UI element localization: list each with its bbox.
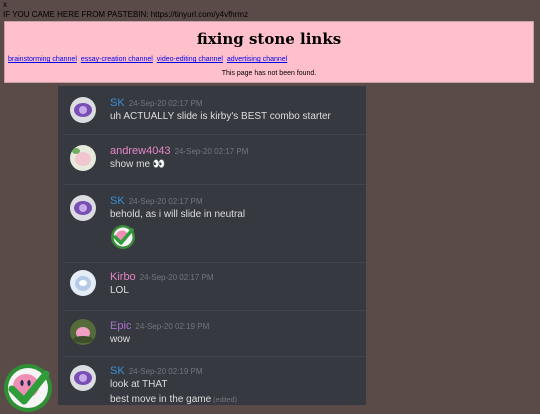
chat-message: Kirbo 24-Sep-20 02:17 PM LOL <box>58 262 366 312</box>
avatar-sk[interactable] <box>70 365 96 391</box>
message-divider <box>64 184 366 185</box>
chat-log: SK 24-Sep-20 02:17 PM uh ACTUALLY slide i… <box>58 86 366 405</box>
not-found-message: This page has not been found. <box>221 70 317 77</box>
username[interactable]: Epic <box>110 320 131 332</box>
message-text: show me 👀 <box>110 159 165 170</box>
message-text: wow <box>110 334 131 345</box>
message-text: uh ACTUALLY slide is kirby's BEST combo … <box>110 111 331 122</box>
message-text: behold, as i will slide in neutral <box>110 209 246 220</box>
page-title: fixing stone links <box>196 30 342 48</box>
link-essay-creation-channel[interactable]: essay-creation channel <box>81 56 153 63</box>
link-brainstorming-channel[interactable]: brainstorming channel <box>8 56 77 63</box>
link-advertising-channel[interactable]: advertising channel <box>227 56 287 63</box>
timestamp: 24-Sep-20 02:17 PM <box>128 99 203 108</box>
timestamp: 24-Sep-20 02:19 PM <box>135 322 210 331</box>
message-text: look at THAT <box>110 379 168 390</box>
timestamp: 24-Sep-20 02:17 PM <box>128 197 203 206</box>
avatar-kirbo[interactable] <box>70 270 96 296</box>
message-header: SK 24-Sep-20 02:19 PM <box>110 365 203 377</box>
message-divider <box>64 262 366 263</box>
channel-links: brainstorming channel essay-creation cha… <box>8 56 289 63</box>
timestamp: 24-Sep-20 02:19 PM <box>128 367 203 376</box>
header-banner: fixing stone links brainstorming channel… <box>4 21 534 83</box>
username[interactable]: SK <box>110 195 125 207</box>
username[interactable]: andrew4043 <box>110 145 171 157</box>
message-divider <box>64 134 366 135</box>
avatar-sk[interactable] <box>70 195 96 221</box>
pastebin-notice: IF YOU CAME HERE FROM PASTEBIN: https://… <box>3 10 249 19</box>
kirby-check-icon <box>4 364 52 412</box>
chat-message: SK 24-Sep-20 02:19 PM look at THAT best m… <box>58 356 366 405</box>
message-text-body: show me <box>110 159 151 170</box>
message-header: SK 24-Sep-20 02:17 PM <box>110 195 203 207</box>
message-text: best move in the game (edited) <box>110 394 237 405</box>
message-divider <box>64 310 366 311</box>
username[interactable]: Kirbo <box>110 271 136 283</box>
close-icon[interactable]: x <box>3 0 7 9</box>
timestamp: 24-Sep-20 02:17 PM <box>139 273 214 282</box>
avatar-andrew4043[interactable] <box>70 145 96 171</box>
kirby-check-emoji <box>111 225 135 249</box>
message-header: Kirbo 24-Sep-20 02:17 PM <box>110 271 214 283</box>
message-text: LOL <box>110 285 129 296</box>
edited-tag: (edited) <box>213 397 237 404</box>
message-divider <box>64 356 366 357</box>
chat-message: SK 24-Sep-20 02:17 PM behold, as i will s… <box>58 184 366 260</box>
chat-message: Epic 24-Sep-20 02:19 PM wow <box>58 310 366 360</box>
username[interactable]: SK <box>110 97 125 109</box>
message-header: andrew4043 24-Sep-20 02:17 PM <box>110 145 248 157</box>
username[interactable]: SK <box>110 365 125 377</box>
eyes-emoji: 👀 <box>152 159 166 170</box>
avatar-epic[interactable] <box>70 319 96 345</box>
message-text-body: best move in the game <box>110 394 212 405</box>
chat-message: andrew4043 24-Sep-20 02:17 PM show me 👀 <box>58 134 366 178</box>
link-video-editing-channel[interactable]: video-editing channel <box>157 56 223 63</box>
message-header: SK 24-Sep-20 02:17 PM <box>110 97 203 109</box>
avatar-sk[interactable] <box>70 97 96 123</box>
message-header: Epic 24-Sep-20 02:19 PM <box>110 320 209 332</box>
timestamp: 24-Sep-20 02:17 PM <box>174 147 249 156</box>
chat-message: SK 24-Sep-20 02:17 PM uh ACTUALLY slide i… <box>58 86 366 130</box>
